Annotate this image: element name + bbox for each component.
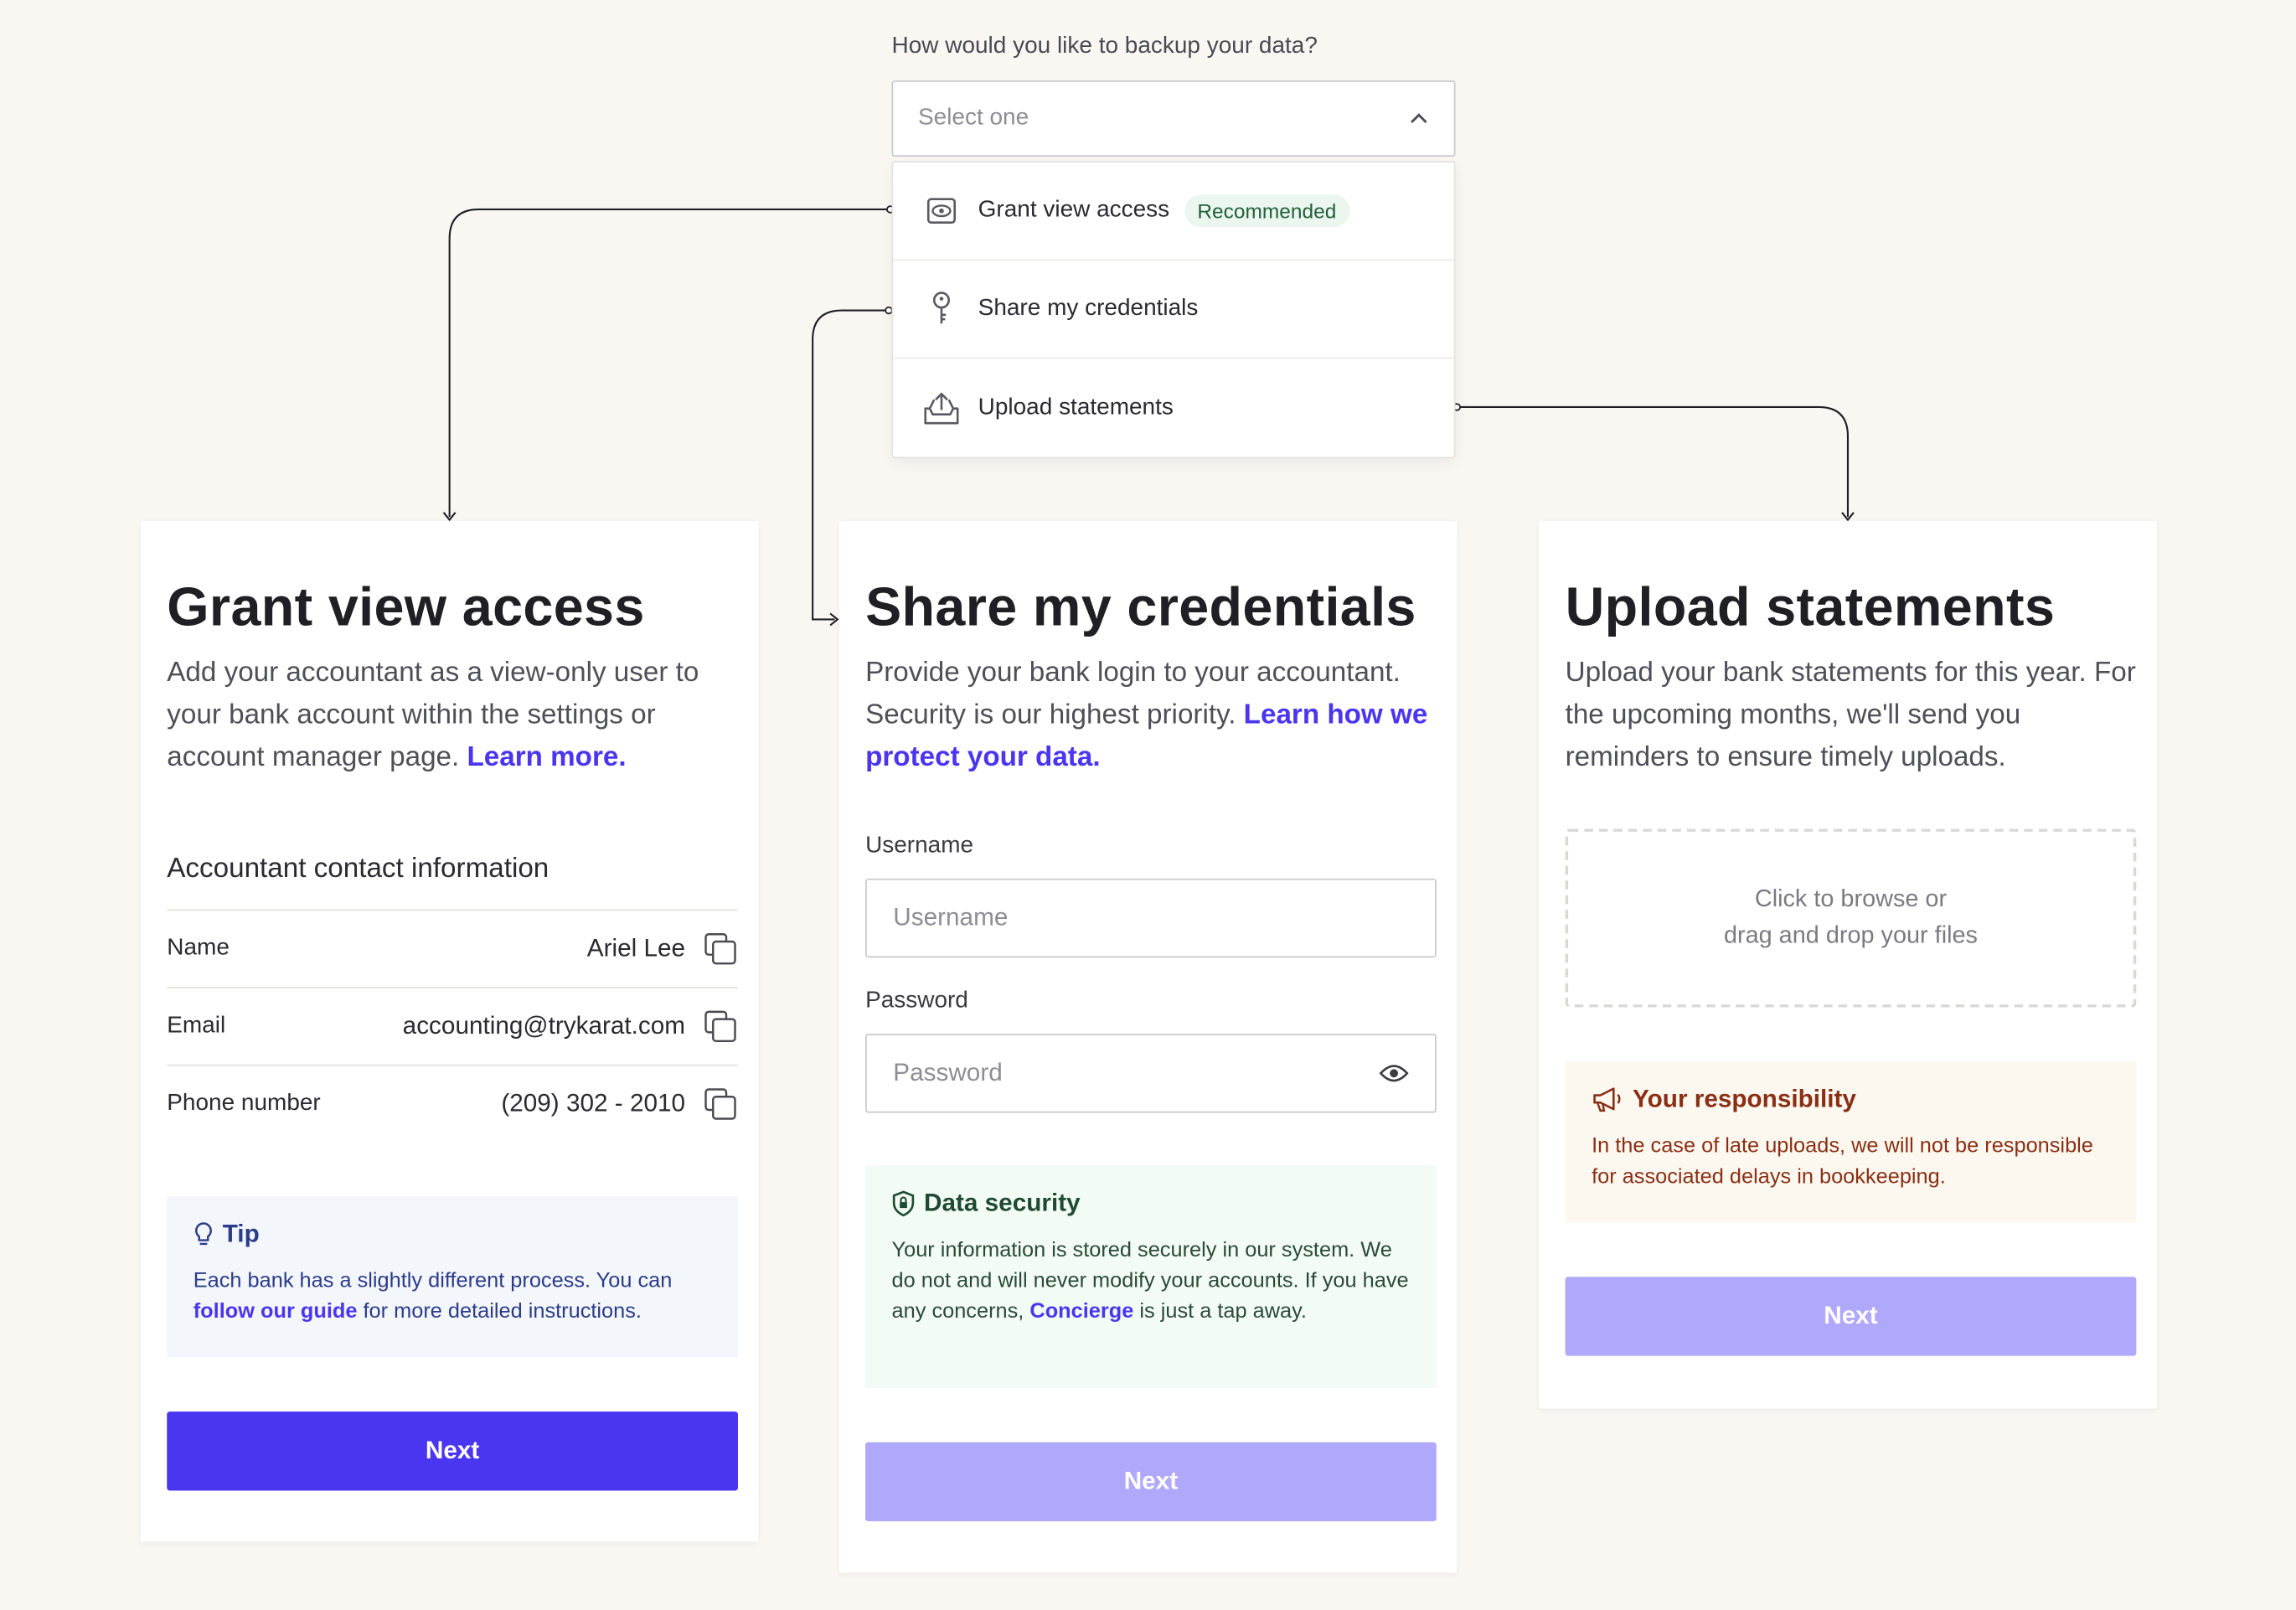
option-share-credentials[interactable]: Share my credentials	[893, 261, 1454, 359]
password-placeholder: Password	[893, 1058, 1003, 1087]
follow-guide-link[interactable]: follow our guide	[193, 1300, 358, 1324]
option-upload-statements[interactable]: Upload statements	[893, 359, 1453, 457]
backup-question: How would you like to backup your data?	[891, 34, 1318, 59]
option-label: Grant view access	[978, 197, 1170, 223]
option-grant-view-access[interactable]: Grant view access Recommended	[893, 163, 1454, 261]
username-placeholder: Username	[893, 903, 1009, 931]
responsibility-callout: Your responsibility In the case of late …	[1565, 1061, 2137, 1223]
show-password-icon[interactable]	[1379, 1063, 1409, 1083]
data-security-callout: Data security Your information is stored…	[865, 1165, 1437, 1389]
password-label: Password	[865, 988, 968, 1014]
contact-info-heading: Accountant contact information	[167, 854, 549, 885]
security-title: Data security	[923, 1189, 1081, 1217]
share-credentials-card: Share my credentials Provide your bank l…	[838, 521, 1458, 1573]
row-value: accounting@trykarat.com	[402, 1011, 686, 1040]
row-value: Ariel Lee	[586, 934, 686, 962]
concierge-link[interactable]: Concierge	[1029, 1300, 1133, 1324]
responsibility-title: Your responsibility	[1633, 1085, 1856, 1113]
username-label: Username	[865, 833, 974, 859]
card-title: Grant view access	[167, 576, 645, 637]
card-description: Upload your bank statements for this yea…	[1565, 657, 2136, 773]
contact-row-name: Name Ariel Lee	[167, 909, 738, 988]
card-title: Share my credentials	[865, 576, 1416, 637]
backup-method-select[interactable]: Select one	[891, 80, 1456, 157]
responsibility-body: In the case of late uploads, we will not…	[1592, 1134, 2093, 1189]
learn-more-link[interactable]: Learn more.	[467, 742, 626, 773]
next-button[interactable]: Next	[1565, 1277, 2137, 1356]
select-placeholder: Select one	[917, 105, 1029, 131]
option-label: Upload statements	[978, 395, 1174, 420]
contact-row-email: Email accounting@trykarat.com	[167, 987, 738, 1065]
card-description: Provide your bank login to your accounta…	[865, 657, 1428, 773]
copy-icon[interactable]	[703, 931, 738, 967]
row-label: Email	[167, 1013, 226, 1039]
password-input[interactable]: Password	[865, 1034, 1437, 1113]
upload-tray-icon	[922, 389, 960, 426]
tip-callout: Tip Each bank has a slightly different p…	[167, 1196, 738, 1358]
dropzone-line-1: Click to browse or	[1754, 885, 1948, 913]
copy-icon[interactable]	[703, 1009, 738, 1044]
dropzone-line-2: drag and drop your files	[1723, 922, 1978, 949]
row-label: Name	[167, 935, 230, 961]
copy-icon[interactable]	[703, 1086, 738, 1122]
tip-body: Each bank has a slightly different proce…	[193, 1269, 673, 1324]
tip-title: Tip	[222, 1220, 260, 1248]
next-button[interactable]: Next	[167, 1411, 738, 1491]
grant-view-access-card: Grant view access Add your accountant as…	[140, 521, 759, 1542]
recommended-badge: Recommended	[1184, 194, 1350, 227]
file-dropzone[interactable]: Click to browse or drag and drop your fi…	[1565, 828, 2137, 1008]
card-description: Add your accountant as a view-only user …	[167, 657, 699, 773]
key-icon	[922, 290, 960, 328]
security-body: Your information is stored securely in o…	[891, 1238, 1409, 1324]
option-label: Share my credentials	[978, 296, 1199, 321]
contact-row-phone: Phone number (209) 302 - 2010	[167, 1064, 738, 1143]
row-value: (209) 302 - 2010	[501, 1089, 686, 1117]
eye-icon	[922, 192, 960, 230]
card-title: Upload statements	[1565, 576, 2056, 637]
username-input[interactable]: Username	[865, 878, 1437, 958]
next-button[interactable]: Next	[865, 1442, 1437, 1522]
row-label: Phone number	[167, 1091, 321, 1116]
upload-statements-card: Upload statements Upload your bank state…	[1539, 521, 2157, 1409]
chevron-up-icon	[1411, 113, 1427, 123]
backup-options-menu: Grant view access Recommended Share my c…	[891, 161, 1456, 459]
megaphone-icon	[1592, 1086, 1623, 1112]
shield-icon	[892, 1190, 916, 1217]
lightbulb-icon	[193, 1221, 214, 1247]
